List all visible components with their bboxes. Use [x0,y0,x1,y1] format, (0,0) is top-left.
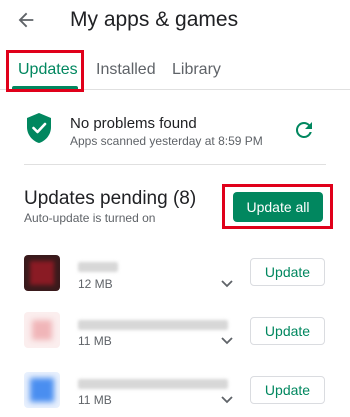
status-subtitle: Apps scanned yesterday at 8:59 PM [70,134,263,148]
highlight-box-updates-tab [6,50,84,92]
status-title: No problems found [70,115,197,132]
app-icon [24,372,60,408]
app-size: 11 MB [78,393,112,407]
update-button[interactable]: Update [250,317,325,345]
tab-installed[interactable]: Installed [96,58,156,88]
chevron-down-icon[interactable] [220,279,234,289]
shield-check-icon [27,113,51,143]
tab-library[interactable]: Library [172,58,221,88]
auto-update-status: Auto-update is turned on [24,211,156,225]
status-divider [24,164,326,165]
app-icon [24,312,60,348]
app-icon [24,255,60,291]
page-title: My apps & games [70,8,239,31]
update-button[interactable]: Update [250,258,325,286]
app-size: 11 MB [78,334,112,348]
chevron-down-icon[interactable] [220,336,234,346]
refresh-icon[interactable] [292,118,316,142]
updates-pending-title: Updates pending (8) [24,188,197,209]
chevron-down-icon[interactable] [220,395,234,405]
back-button[interactable] [10,6,42,34]
app-size: 12 MB [78,277,113,291]
arrow-back-icon [18,12,34,28]
update-button[interactable]: Update [250,376,325,404]
highlight-box-update-all [222,184,333,229]
app-name-redacted [78,262,118,272]
app-name-redacted [78,320,228,330]
app-name-redacted [78,379,228,389]
